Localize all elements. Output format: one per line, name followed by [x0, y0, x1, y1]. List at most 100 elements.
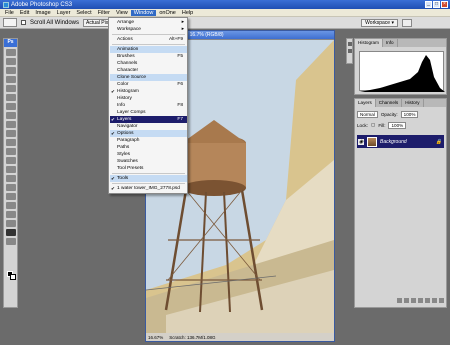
- type-tool-icon[interactable]: [5, 184, 16, 191]
- lock-icon[interactable]: ▢: [371, 122, 375, 128]
- menu-separator: [112, 173, 185, 174]
- toolbox-header: Ps: [4, 39, 17, 47]
- window-menu-item[interactable]: Navigator: [110, 123, 187, 130]
- photoshop-logo-icon: [3, 1, 9, 8]
- menu-item-label: Histogram: [117, 89, 139, 94]
- slice-tool-icon[interactable]: [5, 94, 16, 101]
- window-menu-item[interactable]: Workspace ▸: [110, 26, 187, 33]
- minimize-button[interactable]: _: [425, 1, 432, 8]
- window-menu-item[interactable]: 1 water tower_IMG_2778.psd: [110, 185, 187, 192]
- window-menu-item[interactable]: Styles: [110, 151, 187, 158]
- window-menu-item[interactable]: Animation: [110, 46, 187, 53]
- window-menu-item[interactable]: Swatches: [110, 158, 187, 165]
- menu-item-label: Actions: [117, 37, 133, 42]
- window-menu-item[interactable]: Options: [110, 130, 187, 137]
- window-menu-item[interactable]: Color F6: [110, 81, 187, 88]
- scroll-all-windows-checkbox[interactable]: [21, 20, 26, 25]
- tab-history[interactable]: History: [402, 99, 424, 107]
- menu-edit[interactable]: Edit: [17, 10, 32, 16]
- lasso-tool-icon[interactable]: [5, 67, 16, 74]
- menu-select[interactable]: Select: [73, 10, 94, 16]
- opacity-input[interactable]: 100%: [400, 110, 419, 118]
- window-menu-item[interactable]: Channels: [110, 60, 187, 67]
- menu-onone[interactable]: onOne: [156, 10, 179, 16]
- layer-row-background[interactable]: ◉ Background 🔒: [357, 135, 444, 148]
- layers-panel: Layers Channels History Normal Opacity: …: [354, 98, 447, 308]
- hand-tool-icon[interactable]: [5, 229, 16, 236]
- tab-layers[interactable]: Layers: [355, 99, 376, 107]
- clone-stamp-tool-icon[interactable]: [5, 121, 16, 128]
- delete-layer-icon[interactable]: [439, 298, 444, 303]
- window-menu-item[interactable]: Layer Comps: [110, 109, 187, 116]
- menu-item-shortcut: F6: [177, 82, 183, 87]
- adjustment-layer-icon[interactable]: [418, 298, 423, 303]
- menu-item-label: Paths: [117, 145, 130, 150]
- menu-filter[interactable]: Filter: [95, 10, 113, 16]
- color-panel-icon[interactable]: [347, 49, 352, 53]
- navigator-panel-icon[interactable]: [347, 42, 352, 46]
- window-menu-item[interactable]: Histogram: [110, 88, 187, 95]
- tab-info[interactable]: Info: [383, 39, 398, 47]
- window-menu-item[interactable]: Layers F7: [110, 116, 187, 123]
- tab-histogram[interactable]: Histogram: [355, 39, 383, 47]
- eraser-tool-icon[interactable]: [5, 139, 16, 146]
- menu-item-label: Channels: [117, 61, 138, 66]
- menu-item-shortcut: Alt+F9: [169, 37, 183, 42]
- window-menu-item[interactable]: Paths: [110, 144, 187, 151]
- window-menu-item[interactable]: Paragraph: [110, 137, 187, 144]
- brush-tool-icon[interactable]: [5, 112, 16, 119]
- new-layer-icon[interactable]: [432, 298, 437, 303]
- menu-image[interactable]: Image: [32, 10, 53, 16]
- window-menu-item[interactable]: Actions Alt+F9: [110, 36, 187, 43]
- eye-visibility-icon[interactable]: ◉: [358, 138, 364, 145]
- path-selection-tool-icon[interactable]: [5, 193, 16, 200]
- window-menu-item[interactable]: Character: [110, 67, 187, 74]
- window-menu-item[interactable]: Tool Presets: [110, 165, 187, 172]
- window-menu-item[interactable]: Arrange ▸: [110, 19, 187, 26]
- zoom-tool-icon[interactable]: [5, 238, 16, 245]
- workspace-icon[interactable]: [402, 19, 412, 27]
- menu-layer[interactable]: Layer: [54, 10, 74, 16]
- blend-opacity-row: Normal Opacity: 100%: [357, 110, 445, 118]
- menu-window[interactable]: Window: [130, 9, 157, 16]
- window-controls: _ □ ×: [425, 1, 448, 8]
- window-menu-item[interactable]: Brushes F5: [110, 53, 187, 60]
- move-tool-icon[interactable]: [5, 49, 16, 56]
- menu-file[interactable]: File: [2, 10, 17, 16]
- blend-mode-select[interactable]: Normal: [357, 110, 378, 118]
- pen-tool-icon[interactable]: [5, 175, 16, 182]
- tool-preset-picker[interactable]: [3, 18, 17, 27]
- history-brush-tool-icon[interactable]: [5, 130, 16, 137]
- dodge-tool-icon[interactable]: [5, 166, 16, 173]
- menu-help[interactable]: Help: [179, 10, 196, 16]
- link-layers-icon[interactable]: [397, 298, 402, 303]
- crop-tool-icon[interactable]: [5, 85, 16, 92]
- window-menu-item[interactable]: Clone Source: [110, 74, 187, 81]
- tab-channels[interactable]: Channels: [376, 99, 403, 107]
- eyedropper-tool-icon[interactable]: [5, 220, 16, 227]
- notes-tool-icon[interactable]: [5, 211, 16, 218]
- zoom-level[interactable]: 16.67%: [148, 335, 163, 340]
- background-color-swatch[interactable]: [10, 274, 16, 280]
- workspace-button[interactable]: Workspace ▾: [361, 19, 398, 27]
- healing-brush-tool-icon[interactable]: [5, 103, 16, 110]
- layer-mask-icon[interactable]: [411, 298, 416, 303]
- shape-tool-icon[interactable]: [5, 202, 16, 209]
- window-menu-item[interactable]: History: [110, 95, 187, 102]
- magic-wand-tool-icon[interactable]: [5, 76, 16, 83]
- fill-input[interactable]: 100%: [388, 121, 407, 129]
- blur-tool-icon[interactable]: [5, 157, 16, 164]
- gradient-tool-icon[interactable]: [5, 148, 16, 155]
- window-menu-item[interactable]: Info F8: [110, 102, 187, 109]
- new-group-icon[interactable]: [425, 298, 430, 303]
- maximize-button[interactable]: □: [433, 1, 440, 8]
- menu-view[interactable]: View: [113, 10, 131, 16]
- menu-item-label: Color: [117, 82, 129, 87]
- layers-panel-footer: [357, 298, 444, 305]
- menu-item-shortcut: F5: [177, 54, 183, 59]
- window-menu-item[interactable]: Tools: [110, 175, 187, 182]
- collapsed-panel-dock[interactable]: [346, 38, 353, 64]
- close-button[interactable]: ×: [441, 1, 448, 8]
- layer-style-icon[interactable]: [404, 298, 409, 303]
- marquee-tool-icon[interactable]: [5, 58, 16, 65]
